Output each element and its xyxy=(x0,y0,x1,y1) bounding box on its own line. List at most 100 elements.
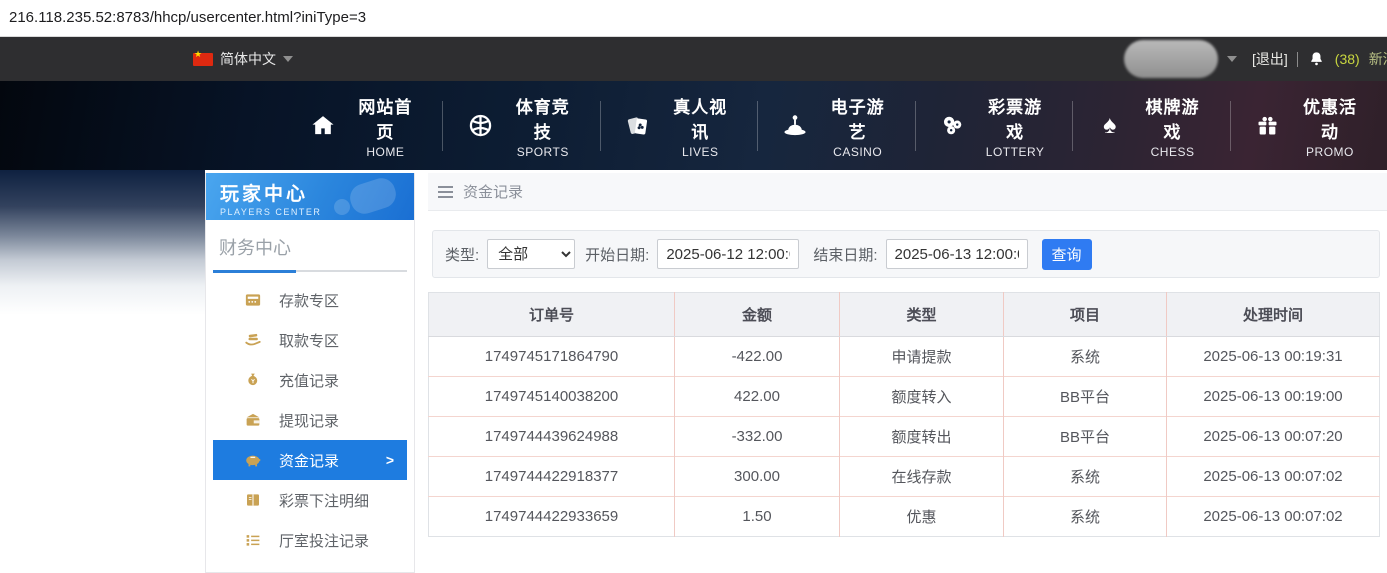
username-blurred[interactable] xyxy=(1124,40,1218,78)
wallet-icon xyxy=(244,411,262,429)
sidebar-item-label: 资金记录 xyxy=(279,452,340,470)
nav-subtitle: LIVES xyxy=(681,144,719,159)
nav-item-promo[interactable]: 优惠活动 PROMO xyxy=(1231,93,1387,159)
new-messages-link[interactable]: 新消息 xyxy=(1369,49,1387,69)
nav-subtitle: CHESS xyxy=(1150,144,1195,159)
sidebar-item-label: 厅室投注记录 xyxy=(279,532,370,550)
col-header-order-no: 订单号 xyxy=(428,292,675,337)
main-nav: 网站首页 HOME 体育竞技 SPORTS 真人视讯 LIVES 电子游艺 CA… xyxy=(0,81,1387,170)
user-caret-down-icon[interactable] xyxy=(1227,56,1237,62)
filter-bar: 类型: 全部 开始日期: 结束日期: 查询 xyxy=(432,230,1380,278)
sidebar: 玩家中心 PLAYERS CENTER 财务中心 存款专区 取款专区 充值记录 xyxy=(205,173,415,573)
sidebar-item-recharge-record[interactable]: 充值记录 xyxy=(213,360,407,400)
nav-subtitle: HOME xyxy=(366,144,405,159)
sidebar-item-funds-record[interactable]: 资金记录 > xyxy=(213,440,407,480)
sidebar-header: 玩家中心 PLAYERS CENTER xyxy=(206,173,414,220)
start-date-label: 开始日期: xyxy=(585,246,650,264)
background-fade xyxy=(0,170,205,315)
sports-ball-icon xyxy=(465,112,494,139)
sidebar-item-label: 存款专区 xyxy=(279,292,340,310)
nav-subtitle: SPORTS xyxy=(516,144,569,159)
cell-time: 2025-06-13 00:07:20 xyxy=(1166,416,1380,457)
table-row: 1749744439624988 -332.00 额度转出 BB平台 2025-… xyxy=(428,416,1380,457)
nav-item-casino[interactable]: 电子游艺 CASINO xyxy=(758,93,914,159)
cell-time: 2025-06-13 00:07:02 xyxy=(1166,496,1380,537)
nav-item-lottery[interactable]: 彩票游戏 LOTTERY xyxy=(916,93,1072,159)
sidebar-item-withdraw[interactable]: 取款专区 xyxy=(213,320,407,360)
divider xyxy=(1296,51,1298,67)
nav-subtitle: CASINO xyxy=(833,144,883,159)
cell-type: 优惠 xyxy=(839,496,1004,537)
cell-order-no: 1749744422918377 xyxy=(428,456,675,497)
cell-amount: 300.00 xyxy=(674,456,840,497)
message-count-badge[interactable]: (38) xyxy=(1335,51,1360,67)
sidebar-item-label: 提现记录 xyxy=(279,412,340,430)
query-button[interactable]: 查询 xyxy=(1041,238,1092,270)
end-date-label: 结束日期: xyxy=(813,246,878,264)
cell-time: 2025-06-13 00:19:00 xyxy=(1166,376,1380,417)
main-content: 资金记录 类型: 全部 开始日期: 结束日期: 查询 订单号 金额 类型 项目 … xyxy=(428,173,1387,537)
table-row: 1749744422918377 300.00 在线存款 系统 2025-06-… xyxy=(428,456,1380,497)
table-header-row: 订单号 金额 类型 项目 处理时间 xyxy=(428,292,1380,337)
table-row: 1749744422933659 1.50 优惠 系统 2025-06-13 0… xyxy=(428,496,1380,537)
sidebar-section: 财务中心 xyxy=(206,220,414,273)
cell-type: 在线存款 xyxy=(839,456,1004,497)
cell-item: 系统 xyxy=(1003,336,1167,377)
sidebar-item-lottery-bet-detail[interactable]: 彩票下注明细 xyxy=(213,480,407,520)
col-header-amount: 金额 xyxy=(674,292,840,337)
cell-item: 系统 xyxy=(1003,496,1167,537)
spade-icon: ♠ xyxy=(1103,111,1117,139)
sidebar-item-room-bet-record[interactable]: 厅室投注记录 xyxy=(213,520,407,560)
nav-item-home[interactable]: 网站首页 HOME xyxy=(308,93,442,159)
col-header-type: 类型 xyxy=(839,292,1004,337)
address-bar[interactable]: 216.118.235.52:8783/hhcp/usercenter.html… xyxy=(0,0,1387,37)
sidebar-menu: 存款专区 取款专区 充值记录 提现记录 资金记录 > 彩票下注明细 厅室投注记录 xyxy=(206,272,414,560)
language-label: 简体中文 xyxy=(220,51,276,67)
end-date-input[interactable] xyxy=(885,239,1028,269)
gamepad-watermark-icon xyxy=(334,199,350,215)
home-icon xyxy=(308,112,337,140)
nav-item-lives[interactable]: 真人视讯 LIVES xyxy=(601,93,757,159)
piggy-bank-icon xyxy=(244,451,262,469)
book-icon xyxy=(244,491,262,509)
cell-order-no: 1749744422933659 xyxy=(428,496,675,537)
language-selector[interactable]: ★ 简体中文 xyxy=(193,37,293,81)
menu-toggle-icon[interactable] xyxy=(438,185,453,198)
start-date-input[interactable] xyxy=(657,239,800,269)
nav-title: 真人视讯 xyxy=(673,97,728,142)
nav-subtitle: PROMO xyxy=(1306,144,1354,159)
nav-item-sports[interactable]: 体育竞技 SPORTS xyxy=(443,93,599,159)
nav-subtitle: LOTTERY xyxy=(985,144,1045,159)
nav-item-chess[interactable]: ♠ 棋牌游戏 CHESS xyxy=(1073,93,1229,159)
cell-time: 2025-06-13 00:07:02 xyxy=(1166,456,1380,497)
section-title: 财务中心 xyxy=(219,238,291,258)
bell-icon[interactable] xyxy=(1307,50,1326,69)
cell-order-no: 1749745140038200 xyxy=(428,376,675,417)
sidebar-item-label: 取款专区 xyxy=(279,332,340,350)
cell-item: BB平台 xyxy=(1003,376,1167,417)
breadcrumb: 资金记录 xyxy=(428,173,1387,211)
lottery-balls-icon xyxy=(938,112,967,139)
nav-title: 电子游艺 xyxy=(830,97,885,142)
logout-button[interactable]: [退出] xyxy=(1252,49,1288,69)
table-row: 1749745171864790 -422.00 申请提款 系统 2025-06… xyxy=(429,336,1380,377)
col-header-time: 处理时间 xyxy=(1166,292,1380,337)
nav-title: 体育竞技 xyxy=(515,97,570,142)
page-title: 资金记录 xyxy=(463,184,524,201)
cards-icon xyxy=(623,112,652,140)
sidebar-item-cashout-record[interactable]: 提现记录 xyxy=(213,400,407,440)
type-select[interactable]: 全部 xyxy=(487,239,576,269)
china-flag-icon: ★ xyxy=(193,49,213,66)
type-label: 类型: xyxy=(445,246,480,264)
nav-title: 彩票游戏 xyxy=(988,97,1043,142)
nav-title: 棋牌游戏 xyxy=(1145,97,1200,142)
cell-order-no: 1749745171864790 xyxy=(484,348,619,365)
cell-amount: 422.00 xyxy=(674,376,840,417)
sidebar-item-label: 充值记录 xyxy=(279,372,340,390)
cell-amount: -422.00 xyxy=(674,336,840,377)
withdraw-icon xyxy=(244,331,262,349)
cell-item: 系统 xyxy=(1003,456,1167,497)
sidebar-item-deposit[interactable]: 存款专区 xyxy=(213,280,407,320)
caret-down-icon xyxy=(283,56,293,62)
sidebar-subtitle: PLAYERS CENTER xyxy=(220,207,322,217)
